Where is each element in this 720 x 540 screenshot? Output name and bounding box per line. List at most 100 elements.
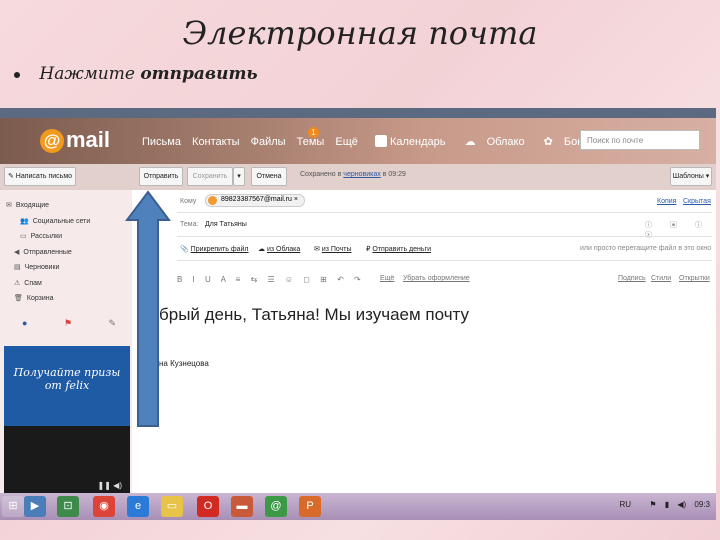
subject-label: Тема: bbox=[180, 221, 199, 228]
pencil-icon: ✎ bbox=[7, 173, 16, 180]
bcc-link[interactable]: Скрытая bbox=[683, 198, 711, 205]
unread-filter-icon[interactable]: ● bbox=[22, 318, 27, 328]
save-dropdown[interactable]: ▾ bbox=[233, 167, 245, 186]
from-cloud-button[interactable]: ☁ из Облака bbox=[258, 245, 300, 253]
ad-line-1: Получайте призы bbox=[13, 366, 121, 379]
cc-link[interactable]: Копия bbox=[657, 198, 676, 205]
nav-cloud[interactable]: ☁ Облако bbox=[465, 136, 533, 148]
ie-icon[interactable]: e bbox=[127, 496, 149, 517]
drafts-link[interactable]: черновиках bbox=[343, 171, 380, 178]
send-money-button[interactable]: ₽ Отправить деньги bbox=[366, 245, 431, 253]
sidebar-filters: ● ⚑ ✎ bbox=[22, 318, 116, 329]
nav-contacts[interactable]: Контакты bbox=[192, 136, 240, 148]
opera-icon[interactable]: O bbox=[197, 496, 219, 517]
to-label: Кому bbox=[180, 198, 197, 205]
folder-trash[interactable]: 🗑 Корзина bbox=[0, 291, 132, 307]
drag-hint: или просто перетащите файл в это окно bbox=[580, 245, 712, 252]
compose-toolbar: ✎ Написать письмо Отправить Сохранить ▾ … bbox=[0, 164, 716, 190]
message-body[interactable]: брый день, Татьяна! Мы изучаем почту bbox=[159, 305, 469, 325]
mail-agent-icon[interactable]: @ bbox=[265, 496, 287, 517]
nav-files[interactable]: Файлы bbox=[251, 136, 286, 148]
app-icon[interactable]: ▬ bbox=[231, 496, 253, 517]
format-toolbar-icons[interactable]: B I U A ≡ ⇆ ☰ ☺ ◻ ⊞ ↶ ↷ bbox=[177, 275, 365, 284]
nav-letters[interactable]: Письма bbox=[142, 136, 181, 148]
bullet-emphasis: отправить bbox=[140, 64, 258, 84]
presentation-icon[interactable]: P bbox=[299, 496, 321, 517]
divider bbox=[177, 236, 712, 237]
recipient-avatar bbox=[208, 196, 217, 205]
from-mail-button[interactable]: ✉ из Почты bbox=[314, 245, 352, 253]
at-logo-icon: @ bbox=[40, 129, 64, 154]
subject-field[interactable]: Для Татьяны bbox=[205, 221, 247, 228]
cloud-icon: ☁ bbox=[464, 136, 479, 148]
compose-form: Кому 89823387567@mail.ru × Копия Скрытая… bbox=[137, 190, 716, 520]
mail-screenshot: @ mail Письма Контакты Файлы Темы Ещё 1 К… bbox=[0, 108, 716, 520]
cloud-icon: ☁ bbox=[258, 246, 267, 253]
folder-sidebar: ✉ Входящие 👥 Социальные сети ▭ Рассылки ◀ От… bbox=[0, 190, 132, 520]
remove-format-link[interactable]: Убрать оформление bbox=[403, 275, 470, 282]
language-indicator[interactable]: RU bbox=[620, 500, 632, 509]
windows-taskbar: ⊞ ▶ ⊡ ◉ e ▭ O ▬ @ P RU ⚑ ▮ ◀) 09:3 bbox=[0, 493, 716, 520]
saved-status: Сохранено в черновиках в 09:29 bbox=[300, 171, 406, 178]
subject-tools-icon[interactable]: ⓘ ▣ ⓘ ⓧ bbox=[645, 220, 716, 240]
folder-drafts[interactable]: ▤ Черновики bbox=[0, 260, 132, 276]
folder-spam[interactable]: ⚠ Спам bbox=[0, 276, 132, 292]
compose-button[interactable]: ✎ Написать письмо bbox=[4, 167, 76, 186]
video-controls-icon[interactable]: ❚❚ ◀) bbox=[98, 481, 122, 490]
notification-badge: 1 bbox=[308, 127, 319, 138]
nav-more[interactable]: Ещё bbox=[335, 136, 358, 148]
clock[interactable]: 09:3 bbox=[694, 500, 710, 509]
send-button[interactable]: Отправить bbox=[139, 167, 183, 186]
mail-header: @ mail Письма Контакты Файлы Темы Ещё 1 К… bbox=[0, 118, 716, 164]
recipient-chip[interactable]: 89823387567@mail.ru × bbox=[205, 194, 305, 207]
signature-link[interactable]: Подпись bbox=[618, 275, 646, 282]
folder-newsletters[interactable]: ▭ Рассылки bbox=[0, 229, 132, 245]
nav-topics[interactable]: Темы bbox=[297, 136, 325, 148]
nav-calendar[interactable]: Календарь bbox=[374, 135, 454, 148]
slide-title: Электронная почта bbox=[182, 14, 538, 52]
folder-icon[interactable]: ▭ bbox=[161, 496, 183, 517]
network-tray-icon[interactable]: ▮ bbox=[665, 500, 669, 509]
mail-logo[interactable]: @ mail bbox=[40, 127, 111, 154]
chrome-icon[interactable]: ◉ bbox=[93, 496, 115, 517]
postcards-link[interactable]: Открытки bbox=[679, 275, 710, 282]
media-player-icon[interactable]: ▶ bbox=[24, 496, 46, 517]
search-input[interactable]: Поиск по почте bbox=[580, 130, 700, 150]
calendar-icon bbox=[374, 135, 387, 147]
cancel-button[interactable]: Отмена bbox=[251, 167, 287, 186]
bullet-prefix: Нажмите bbox=[39, 64, 135, 84]
save-button[interactable]: Сохранить bbox=[187, 167, 233, 186]
inbox-icon: ✉ bbox=[6, 202, 12, 209]
flag-filter-icon[interactable]: ⚑ bbox=[64, 318, 72, 328]
templates-button[interactable]: Шаблоны ▾ bbox=[670, 167, 712, 186]
format-more[interactable]: Ещё bbox=[380, 275, 394, 282]
paperclip-icon: 📎 bbox=[180, 246, 191, 253]
styles-link[interactable]: Стили bbox=[651, 275, 671, 282]
system-tray: RU ⚑ ▮ ◀) 09:3 bbox=[620, 500, 710, 509]
slide-bullet: Нажмите отправить bbox=[14, 64, 258, 84]
folder-sent[interactable]: ◀ Отправленные bbox=[0, 245, 132, 261]
attach-file-button[interactable]: 📎 Прикрепить файл bbox=[180, 245, 249, 253]
store-icon[interactable]: ⊡ bbox=[57, 496, 79, 517]
attachment-filter-icon[interactable]: ✎ bbox=[109, 318, 117, 328]
chevron-down-icon: ▾ bbox=[237, 173, 241, 180]
envelope-icon: ✉ bbox=[314, 246, 322, 253]
folder-inbox[interactable]: ✉ Входящие bbox=[0, 198, 132, 214]
volume-tray-icon[interactable]: ◀) bbox=[677, 500, 686, 509]
divider bbox=[177, 212, 712, 213]
sent-icon: ◀ bbox=[14, 248, 20, 256]
browser-strip bbox=[0, 108, 716, 118]
trash-icon: 🗑 bbox=[14, 295, 23, 302]
divider bbox=[177, 260, 712, 261]
ad-video[interactable]: ❚❚ ◀) bbox=[4, 426, 130, 496]
newsletter-icon: ▭ bbox=[20, 233, 27, 240]
folder-social[interactable]: 👥 Социальные сети bbox=[0, 214, 132, 230]
draft-icon: ▤ bbox=[14, 264, 21, 271]
bullet-dot bbox=[14, 71, 20, 78]
ad-banner[interactable]: Получайте призы от felix bbox=[4, 346, 130, 426]
start-button-icon[interactable]: ⊞ bbox=[2, 496, 24, 517]
ad-line-2: от felix bbox=[44, 379, 90, 392]
logo-text: mail bbox=[66, 127, 111, 152]
flag-tray-icon[interactable]: ⚑ bbox=[649, 500, 656, 509]
spam-icon: ⚠ bbox=[14, 279, 21, 287]
